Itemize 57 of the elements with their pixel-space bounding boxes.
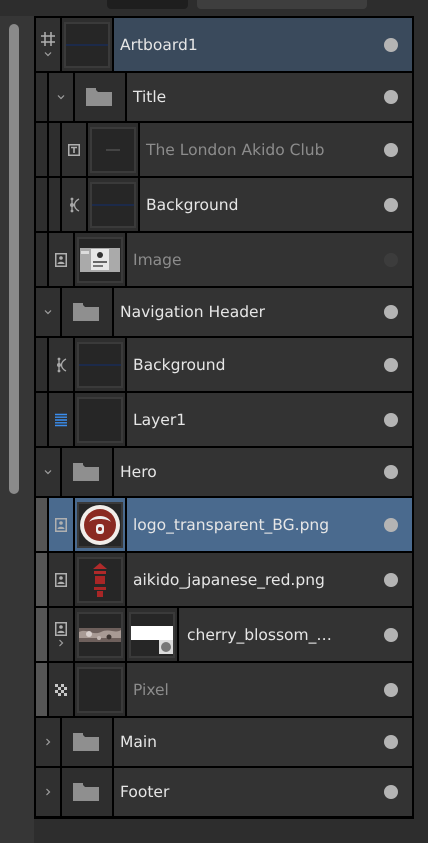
- layer-name: Footer: [120, 783, 170, 801]
- image-icon: [55, 518, 67, 532]
- layer-name: cherry_blossom_…: [187, 626, 333, 644]
- layer-name: aikido_japanese_red.png: [133, 570, 326, 588]
- layer-row[interactable]: logo_transparent_BG.png: [127, 498, 412, 551]
- visibility-dot[interactable]: [384, 785, 398, 799]
- visibility-dot[interactable]: [384, 305, 398, 319]
- chevron-right-icon[interactable]: [56, 638, 66, 648]
- curve-node-icon: [55, 356, 67, 372]
- layer-name: logo_transparent_BG.png: [133, 516, 330, 534]
- scrollbar[interactable]: [9, 24, 19, 494]
- folder-icon: [73, 781, 101, 803]
- visibility-dot[interactable]: [384, 572, 398, 586]
- folder-icon: [73, 461, 101, 483]
- image-icon: [55, 622, 67, 636]
- visibility-dot[interactable]: [384, 735, 398, 749]
- folder-icon: [86, 86, 114, 108]
- image-icon: [55, 252, 67, 266]
- folder-icon: [73, 731, 101, 753]
- mask-thumbnail: [129, 612, 175, 658]
- text-box-icon: [68, 144, 80, 156]
- visibility-dot[interactable]: [384, 198, 398, 212]
- visibility-dot[interactable]: [384, 465, 398, 479]
- layer-name: Pixel: [133, 680, 170, 698]
- layer-name: Background: [146, 196, 240, 214]
- layer-name: Title: [133, 88, 168, 106]
- layer-name: Main: [120, 733, 158, 751]
- visibility-dot[interactable]: [384, 628, 398, 642]
- chevron-down-icon[interactable]: [56, 92, 66, 102]
- layer-name: Background: [133, 356, 226, 374]
- layer-name: Layer1: [133, 410, 188, 428]
- visibility-dot[interactable]: [384, 142, 398, 156]
- visibility-dot[interactable]: [384, 38, 398, 52]
- layer-name: Image: [133, 250, 183, 268]
- chevron-down-icon[interactable]: [43, 467, 53, 477]
- curve-node-icon: [68, 196, 80, 212]
- folder-icon: [73, 301, 101, 323]
- checker-icon: [55, 684, 67, 696]
- line-thumbnail: [66, 42, 108, 46]
- layer-name: Navigation Header: [120, 303, 266, 321]
- image-icon: [55, 572, 67, 586]
- visibility-dot[interactable]: [384, 358, 398, 372]
- chevron-down-icon[interactable]: [43, 307, 53, 317]
- layer-name: The London Akido Club: [146, 140, 326, 158]
- chevron-right-icon[interactable]: [43, 737, 53, 747]
- visibility-dot[interactable]: [384, 90, 398, 104]
- visibility-dot[interactable]: [384, 412, 398, 426]
- layer-name: Artboard1: [120, 36, 199, 54]
- layer-row[interactable]: Artboard1: [114, 18, 412, 71]
- grid-icon: [40, 30, 56, 46]
- layer-name: Hero: [120, 463, 158, 481]
- visibility-dot[interactable]: [384, 682, 398, 696]
- line-thumbnail: [92, 202, 134, 206]
- lines-icon: [55, 412, 67, 426]
- line-thumbnail: [79, 362, 121, 366]
- chevron-right-icon[interactable]: [43, 787, 53, 797]
- visibility-dot[interactable]: [384, 518, 398, 532]
